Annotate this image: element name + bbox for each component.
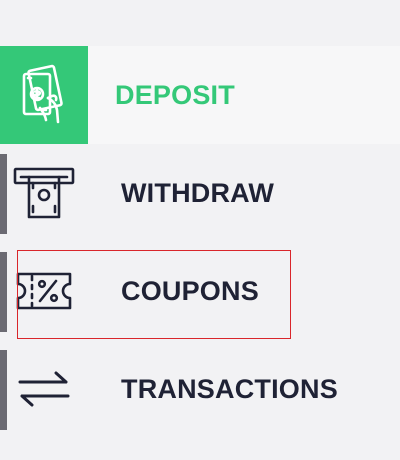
atm-withdraw-icon bbox=[0, 144, 88, 242]
menu-item-transactions[interactable]: TRANSACTIONS bbox=[0, 340, 400, 438]
menu-item-label: TRANSACTIONS bbox=[121, 373, 338, 404]
cash-deposit-icon bbox=[0, 46, 88, 144]
menu-item-label: DEPOSIT bbox=[115, 79, 235, 110]
menu-item-coupons[interactable]: COUPONS bbox=[0, 242, 400, 340]
menu-item-withdraw[interactable]: WITHDRAW bbox=[0, 144, 400, 242]
menu-item-deposit[interactable]: DEPOSIT bbox=[0, 46, 400, 144]
coupon-ticket-icon bbox=[0, 242, 88, 340]
menu-item-indicator bbox=[0, 252, 7, 332]
menu-item-label: WITHDRAW bbox=[121, 177, 275, 208]
menu-item-label: COUPONS bbox=[121, 275, 259, 306]
transfer-arrows-icon bbox=[0, 340, 88, 438]
side-menu: DEPOSIT WITHDRAW COUPONS TRANSACTIONS bbox=[0, 46, 400, 438]
menu-item-indicator bbox=[0, 350, 7, 430]
menu-item-indicator bbox=[0, 154, 7, 234]
